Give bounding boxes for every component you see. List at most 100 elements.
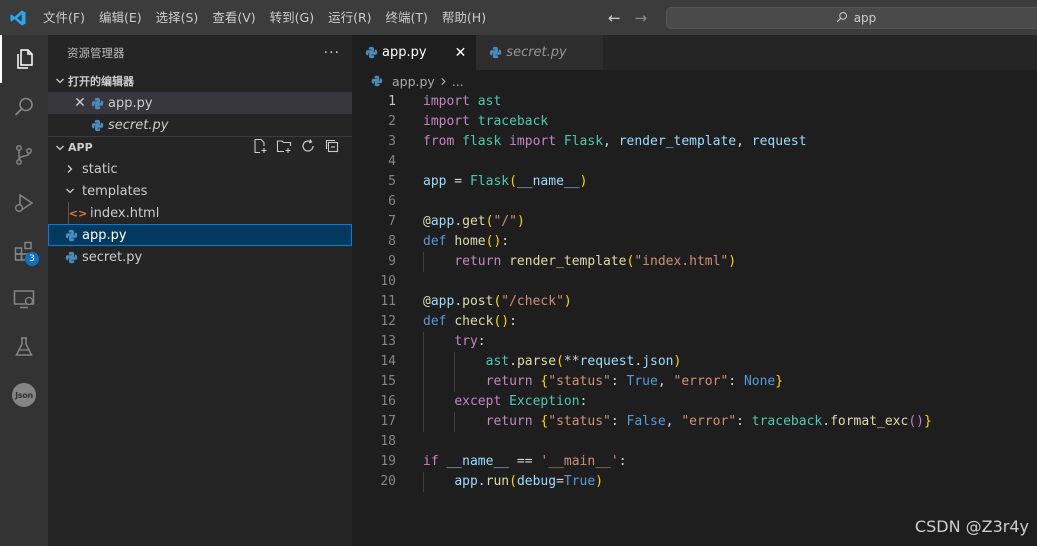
code-line[interactable]: 14 ast.parse(**request.json) (352, 352, 1037, 372)
line-number: 2 (388, 114, 396, 129)
line-number: 3 (388, 134, 396, 149)
code-text: try: (454, 334, 486, 349)
code-line[interactable]: 8 def home(): (352, 232, 1037, 252)
code-line[interactable]: 11 @app.post("/check") (352, 292, 1037, 312)
activity-bar: 3 Json (0, 35, 48, 546)
code-line[interactable]: 16 except Exception: (352, 392, 1037, 412)
tree-item-label: secret.py (82, 249, 143, 265)
chevron-down-icon (62, 186, 78, 196)
tree-item-templates[interactable]: templates (48, 180, 352, 202)
code-text: def check(): (423, 314, 517, 329)
editor-tabs: app.py ✕ secret.py (352, 35, 1037, 70)
search-icon[interactable] (0, 83, 48, 131)
vscode-logo-icon (0, 0, 36, 35)
forward-arrow-icon[interactable]: → (635, 9, 648, 27)
code-line[interactable]: 20 app.run(debug=True) (352, 472, 1037, 492)
menu-bar: 文件(F) 编辑(E) 选择(S) 查看(V) 转到(G) 运行(R) 终端(T… (36, 0, 493, 35)
python-file-icon (64, 228, 78, 242)
line-number: 12 (380, 314, 396, 329)
line-number: 4 (388, 154, 396, 169)
code-line[interactable]: 15 return {"status": True, "error": None… (352, 372, 1037, 392)
code-line[interactable]: 10 (352, 272, 1037, 292)
back-arrow-icon[interactable]: ← (608, 9, 621, 27)
code-editor[interactable]: 1 import ast 2 import traceback 3 from flask … (352, 92, 1037, 492)
code-line[interactable]: 1 import ast (352, 92, 1037, 112)
remote-explorer-icon[interactable] (0, 275, 48, 323)
code-line[interactable]: 6 (352, 192, 1037, 212)
source-control-icon[interactable] (0, 131, 48, 179)
open-editors-label: 打开的编辑器 (68, 75, 134, 88)
menu-edit[interactable]: 编辑(E) (92, 0, 149, 35)
code-line[interactable]: 5 app = Flask(__name__) (352, 172, 1037, 192)
code-text: app = Flask(__name__) (423, 174, 588, 189)
close-icon[interactable]: ✕ (455, 45, 467, 61)
menu-terminal[interactable]: 终端(T) (379, 0, 435, 35)
more-actions-icon[interactable]: ··· (324, 45, 340, 61)
run-debug-icon[interactable] (0, 179, 48, 227)
open-editor-item-app-py[interactable]: ✕ app.py (48, 92, 352, 114)
code-text: return {"status": True, "error": None} (485, 374, 784, 389)
open-editor-label: app.py (108, 95, 153, 111)
tab-app-py[interactable]: app.py ✕ (352, 35, 477, 70)
new-file-icon[interactable] (252, 138, 268, 157)
code-line[interactable]: 18 (352, 432, 1037, 452)
collapse-all-icon[interactable] (324, 138, 340, 157)
refresh-icon[interactable] (300, 138, 316, 157)
code-line[interactable]: 17 return {"status": False, "error": tra… (352, 412, 1037, 432)
line-number: 7 (388, 214, 396, 229)
line-number: 5 (388, 174, 396, 189)
open-editor-item-secret-py[interactable]: secret.py (48, 114, 352, 136)
code-text: return {"status": False, "error": traceb… (485, 414, 932, 429)
breadcrumb-rest[interactable]: ... (452, 74, 464, 89)
tab-secret-py[interactable]: secret.py (476, 35, 603, 70)
close-icon[interactable]: ✕ (70, 95, 90, 111)
python-file-icon (90, 96, 104, 110)
line-number: 16 (380, 394, 396, 409)
python-file-icon (488, 46, 502, 60)
code-line[interactable]: 2 import traceback (352, 112, 1037, 132)
tree-item-label: index.html (90, 205, 160, 221)
menu-view[interactable]: 查看(V) (205, 0, 262, 35)
code-text: def home(): (423, 234, 510, 249)
json-icon[interactable]: Json (0, 371, 48, 419)
extensions-icon[interactable]: 3 (0, 227, 48, 275)
chevron-down-icon (52, 76, 68, 86)
folder-label: APP (68, 141, 93, 154)
tree-item-secret-py[interactable]: secret.py (48, 246, 352, 268)
chevron-right-icon (62, 164, 78, 174)
tree-item-app-py[interactable]: app.py (48, 224, 352, 246)
code-line[interactable]: 13 try: (352, 332, 1037, 352)
menu-selection[interactable]: 选择(S) (149, 0, 206, 35)
code-line[interactable]: 12 def check(): (352, 312, 1037, 332)
python-file-icon (364, 46, 378, 60)
line-number: 9 (388, 254, 396, 269)
python-file-icon (90, 118, 104, 132)
folder-section-app[interactable]: APP (48, 136, 352, 158)
code-line[interactable]: 3 from flask import Flask, render_templat… (352, 132, 1037, 152)
code-text: from flask import Flask, render_template… (423, 134, 807, 149)
line-number: 17 (380, 414, 396, 429)
menu-run[interactable]: 运行(R) (321, 0, 378, 35)
explorer-icon[interactable] (0, 35, 48, 83)
new-folder-icon[interactable] (276, 138, 292, 157)
code-line[interactable]: 9 return render_template("index.html") (352, 252, 1037, 272)
tab-label: secret.py (506, 45, 567, 60)
code-line[interactable]: 7 @app.get("/") (352, 212, 1037, 232)
line-number: 15 (380, 374, 396, 389)
code-line[interactable]: 4 (352, 152, 1037, 172)
line-number: 10 (380, 274, 396, 289)
breadcrumb-file[interactable]: app.py (392, 74, 435, 89)
code-text: @app.post("/check") (423, 294, 572, 309)
code-text: if __name__ == '__main__': (423, 454, 627, 469)
menu-file[interactable]: 文件(F) (36, 0, 92, 35)
search-icon (836, 11, 848, 26)
open-editors-section[interactable]: 打开的编辑器 (48, 70, 352, 92)
menu-go[interactable]: 转到(G) (263, 0, 321, 35)
code-text: ast.parse(**request.json) (485, 354, 682, 369)
menu-help[interactable]: 帮助(H) (435, 0, 493, 35)
code-line[interactable]: 19 if __name__ == '__main__': (352, 452, 1037, 472)
testing-icon[interactable] (0, 323, 48, 371)
tree-item-static[interactable]: static (48, 158, 352, 180)
command-center-search[interactable]: app (666, 7, 1037, 29)
tree-item-index-html[interactable]: <> index.html (48, 202, 352, 224)
